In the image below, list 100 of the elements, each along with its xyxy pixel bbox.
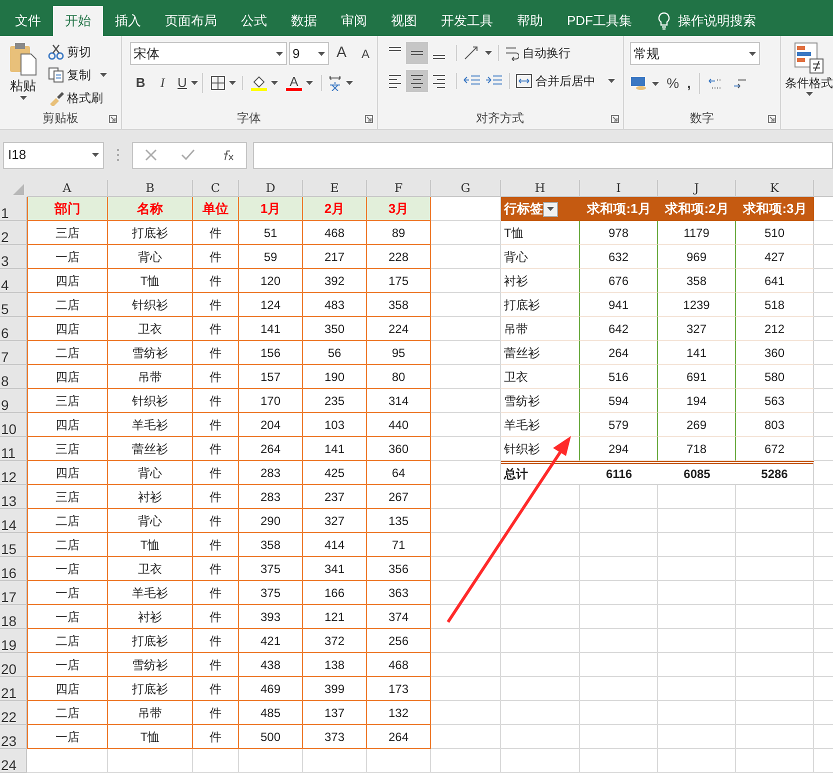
tell-me-search[interactable]: 操作说明搜索	[678, 11, 756, 31]
empty-cell[interactable]	[580, 701, 658, 725]
empty-cell[interactable]	[658, 557, 736, 581]
empty-cell[interactable]	[580, 485, 658, 509]
row-header[interactable]: 2	[0, 221, 27, 245]
row-header[interactable]: 5	[0, 293, 27, 317]
row-header[interactable]: 11	[0, 437, 27, 461]
empty-cell[interactable]	[501, 509, 580, 533]
empty-cell[interactable]	[658, 629, 736, 653]
empty-cell[interactable]	[431, 749, 501, 773]
empty-cell[interactable]	[501, 749, 580, 773]
empty-cell[interactable]	[501, 485, 580, 509]
row-header[interactable]: 13	[0, 485, 27, 509]
row-header[interactable]: 14	[0, 509, 27, 533]
empty-cell[interactable]	[736, 533, 814, 557]
empty-cell[interactable]	[431, 653, 501, 677]
empty-cell[interactable]	[736, 653, 814, 677]
filter-dropdown-button[interactable]	[543, 202, 558, 216]
column-header[interactable]: D	[239, 180, 303, 197]
empty-cell[interactable]	[431, 317, 501, 341]
empty-cell[interactable]	[431, 725, 501, 749]
empty-cell[interactable]	[580, 677, 658, 701]
ribbon-tab[interactable]: 文件	[3, 6, 53, 36]
empty-cell[interactable]	[431, 533, 501, 557]
empty-cell[interactable]	[303, 749, 367, 773]
empty-cell[interactable]	[431, 245, 501, 269]
percent-button[interactable]: %	[666, 73, 680, 94]
row-header[interactable]: 1	[0, 197, 27, 221]
empty-cell[interactable]	[580, 581, 658, 605]
column-header[interactable]: E	[303, 180, 367, 197]
ribbon-tab[interactable]: 视图	[379, 6, 429, 36]
center-button[interactable]	[406, 70, 428, 92]
empty-cell[interactable]	[658, 485, 736, 509]
empty-cell[interactable]	[580, 557, 658, 581]
empty-cell[interactable]	[580, 725, 658, 749]
empty-cell[interactable]	[736, 749, 814, 773]
formula-field[interactable]	[253, 142, 833, 168]
increase-font-size-button[interactable]: A	[330, 42, 353, 65]
name-box[interactable]: I18	[3, 142, 104, 168]
font-name-field[interactable]: 宋体	[130, 42, 287, 65]
empty-cell[interactable]	[431, 605, 501, 629]
empty-cell[interactable]	[580, 509, 658, 533]
row-header[interactable]: 4	[0, 269, 27, 293]
column-header[interactable]: F	[367, 180, 431, 197]
row-header[interactable]: 17	[0, 581, 27, 605]
empty-cell[interactable]	[431, 341, 501, 365]
row-header[interactable]: 9	[0, 389, 27, 413]
row-header[interactable]: 18	[0, 605, 27, 629]
empty-cell[interactable]	[580, 653, 658, 677]
empty-cell[interactable]	[736, 629, 814, 653]
empty-cell[interactable]	[431, 581, 501, 605]
empty-cell[interactable]	[736, 581, 814, 605]
row-header[interactable]: 10	[0, 413, 27, 437]
format-painter-button[interactable]: 格式刷	[48, 88, 107, 107]
row-header[interactable]: 12	[0, 461, 27, 485]
empty-cell[interactable]	[580, 605, 658, 629]
empty-cell[interactable]	[431, 485, 501, 509]
phonetic-guide-button[interactable]	[320, 74, 353, 91]
empty-cell[interactable]	[501, 557, 580, 581]
empty-cell[interactable]	[658, 509, 736, 533]
empty-cell[interactable]	[658, 701, 736, 725]
empty-cell[interactable]	[501, 653, 580, 677]
row-header[interactable]: 8	[0, 365, 27, 389]
empty-cell[interactable]	[580, 629, 658, 653]
empty-cell[interactable]	[431, 557, 501, 581]
column-header[interactable]: B	[108, 180, 193, 197]
empty-cell[interactable]	[736, 677, 814, 701]
empty-cell[interactable]	[431, 701, 501, 725]
empty-cell[interactable]	[736, 725, 814, 749]
number-format-field[interactable]: 常规	[630, 42, 760, 65]
empty-cell[interactable]	[580, 533, 658, 557]
conditional-formatting-button[interactable]: 条件格式	[785, 42, 833, 96]
row-header[interactable]: 21	[0, 677, 27, 701]
ribbon-tab[interactable]: 开发工具	[429, 6, 505, 36]
empty-cell[interactable]	[501, 533, 580, 557]
underline-button[interactable]: U	[178, 73, 203, 92]
paste-button[interactable]: 粘贴	[6, 42, 40, 109]
empty-cell[interactable]	[431, 437, 501, 461]
empty-cell[interactable]	[658, 749, 736, 773]
empty-cell[interactable]	[108, 749, 193, 773]
column-header[interactable]: K	[736, 180, 814, 197]
empty-cell[interactable]	[736, 701, 814, 725]
empty-cell[interactable]	[501, 605, 580, 629]
empty-cell[interactable]	[431, 629, 501, 653]
empty-cell[interactable]	[193, 749, 239, 773]
empty-cell[interactable]	[736, 557, 814, 581]
row-header[interactable]: 22	[0, 701, 27, 725]
copy-button[interactable]: 复制	[48, 65, 107, 84]
row-header[interactable]: 3	[0, 245, 27, 269]
font-size-field[interactable]: 9	[288, 42, 329, 65]
empty-cell[interactable]	[431, 389, 501, 413]
middle-align-button[interactable]	[406, 42, 428, 64]
ribbon-tab[interactable]: 页面布局	[153, 6, 229, 36]
row-header[interactable]: 7	[0, 341, 27, 365]
empty-cell[interactable]	[431, 413, 501, 437]
column-header[interactable]	[814, 180, 833, 197]
row-header[interactable]: 19	[0, 629, 27, 653]
empty-cell[interactable]	[736, 509, 814, 533]
empty-cell[interactable]	[431, 221, 501, 245]
empty-cell[interactable]	[658, 533, 736, 557]
